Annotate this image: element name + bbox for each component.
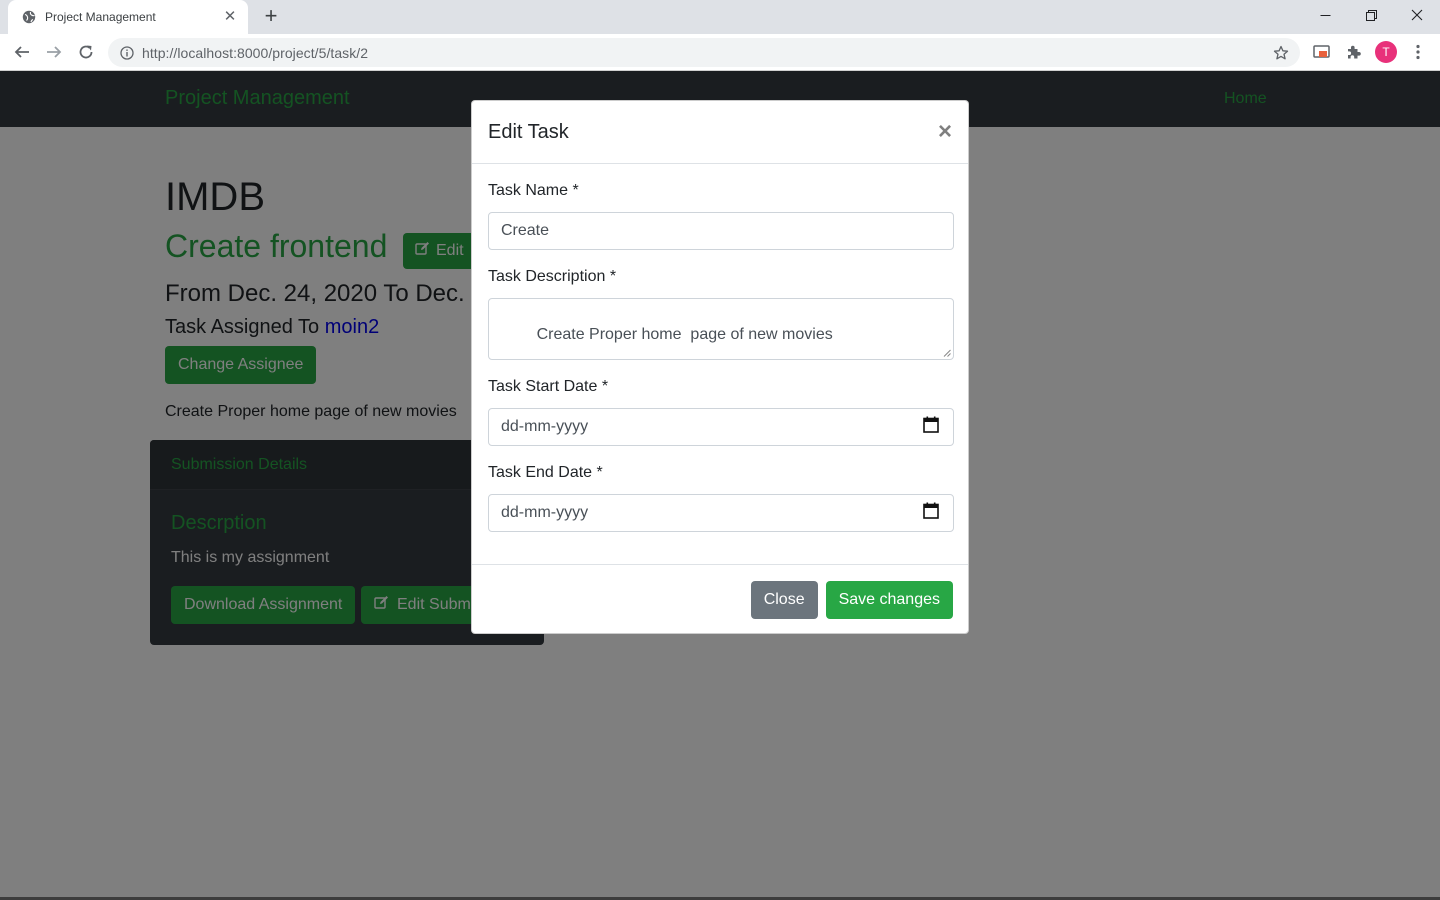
modal-footer: Close Save changes (472, 564, 968, 634)
task-description-label: Task Description * (488, 268, 617, 285)
window-close-icon[interactable] (1394, 0, 1440, 30)
profile-avatar[interactable]: T (1374, 40, 1398, 64)
site-info-icon[interactable] (120, 45, 134, 60)
page-content: Project Management Home IMDB Create fron… (0, 71, 1440, 900)
end-date-label: Task End Date * (488, 464, 603, 481)
task-description-value: Create Proper home page of new movies (536, 326, 833, 343)
start-date-placeholder: dd-mm-yyyy (501, 418, 589, 435)
save-changes-button[interactable]: Save changes (825, 580, 953, 619)
close-button[interactable]: Close (750, 580, 818, 619)
start-date-input[interactable]: dd-mm-yyyy (488, 408, 954, 446)
tab-title: Project Management (45, 10, 156, 24)
bookmark-star-icon[interactable] (1266, 41, 1296, 65)
task-description-textarea[interactable]: Create Proper home page of new movies (488, 298, 954, 360)
url-text: http://localhost:8000/project/5/task/2 (142, 44, 369, 61)
window-restore-icon[interactable] (1348, 0, 1394, 30)
calendar-icon[interactable] (923, 502, 939, 524)
browser-tab-strip: Project Management ✕ + (0, 0, 1440, 34)
extensions-puzzle-icon[interactable] (1342, 40, 1366, 64)
browser-tab[interactable]: Project Management ✕ (8, 0, 248, 34)
window-minimize-icon[interactable] (1302, 0, 1348, 30)
tab-close-icon[interactable]: ✕ (222, 9, 238, 25)
start-date-label: Task Start Date * (488, 378, 609, 395)
edit-task-modal: Edit Task × Task Name * Create Task Desc… (471, 100, 969, 634)
modal-title: Edit Task (488, 120, 569, 143)
globe-icon (21, 10, 36, 25)
forward-arrow-icon[interactable] (41, 39, 67, 65)
modal-header: Edit Task × (472, 101, 968, 164)
cast-extension-icon[interactable] (1310, 40, 1334, 64)
task-name-label: Task Name * (488, 182, 579, 199)
back-arrow-icon[interactable] (9, 39, 35, 65)
end-date-input[interactable]: dd-mm-yyyy (488, 494, 954, 532)
modal-close-icon[interactable]: × (938, 120, 952, 144)
resize-grip-icon[interactable] (943, 349, 951, 357)
new-tab-plus-icon[interactable]: + (260, 5, 282, 28)
browser-menu-icon[interactable] (1406, 40, 1430, 64)
address-bar[interactable]: http://localhost:8000/project/5/task/2 (108, 38, 1300, 67)
calendar-icon[interactable] (923, 416, 939, 438)
reload-icon[interactable] (73, 39, 99, 65)
browser-toolbar: http://localhost:8000/project/5/task/2 T (0, 34, 1440, 71)
task-name-input[interactable]: Create (488, 212, 954, 250)
end-date-placeholder: dd-mm-yyyy (501, 504, 589, 521)
